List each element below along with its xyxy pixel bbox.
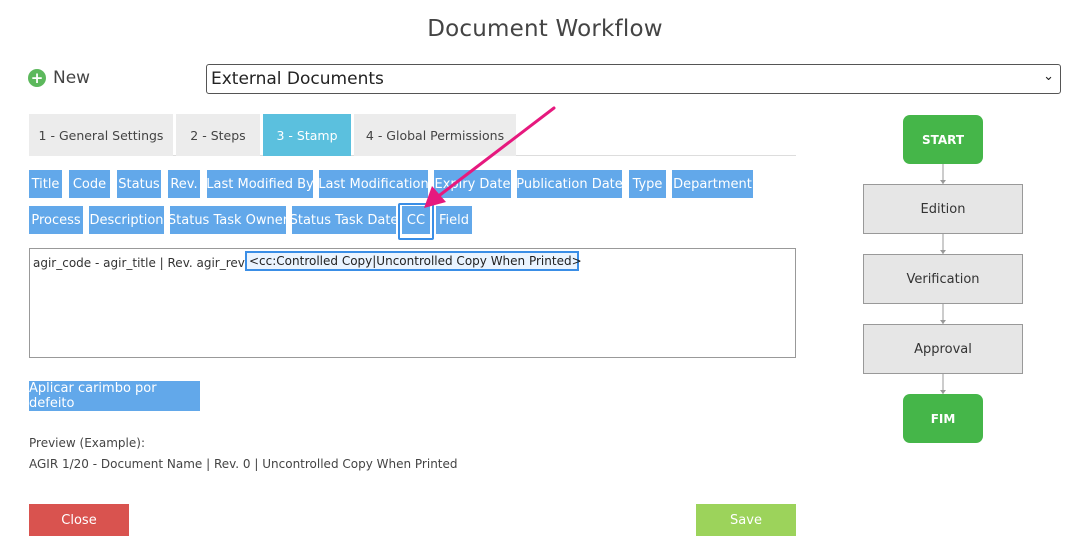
preview-value: AGIR 1/20 - Document Name | Rev. 0 | Unc… [29, 457, 458, 471]
stamp-cc-tag-highlight: <cc:Controlled Copy|Uncontrolled Copy Wh… [245, 251, 582, 271]
field-button-rev[interactable]: Rev. [168, 170, 200, 198]
field-button-type[interactable]: Type [629, 170, 666, 198]
close-button[interactable]: Close [29, 504, 129, 536]
field-button-status-task-date[interactable]: Status Task Date [290, 206, 398, 234]
chevron-down-icon: ⌄ [1043, 69, 1054, 84]
save-button[interactable]: Save [696, 504, 796, 536]
annotation-arrow-icon [424, 106, 556, 208]
workflow-step-approval[interactable]: Approval [863, 324, 1023, 374]
field-button-status[interactable]: Status [117, 170, 161, 198]
field-button-code[interactable]: Code [69, 170, 110, 198]
tab-steps[interactable]: 2 - Steps [176, 114, 260, 156]
preview-label: Preview (Example): [29, 436, 145, 450]
workflow-end-node[interactable]: FIM [903, 394, 983, 443]
field-button-department[interactable]: Department [672, 170, 753, 198]
tab-label: 3 - Stamp [276, 127, 338, 143]
document-type-select[interactable]: External Documents ⌄ [206, 64, 1061, 94]
tab-label: 1 - General Settings [38, 127, 164, 143]
page-title: Document Workflow [427, 16, 663, 42]
document-type-select-value: External Documents [211, 69, 384, 89]
workflow-step-verification[interactable]: Verification [863, 254, 1023, 304]
stamp-template-text: agir_code - agir_title | Rev. agir_rev | [33, 256, 253, 270]
field-button-last-modified-by[interactable]: Last Modified By [206, 170, 314, 198]
new-button-label: New [53, 68, 91, 88]
field-button-status-task-owner[interactable]: Status Task Owner [168, 206, 288, 234]
apply-default-stamp-button[interactable]: Aplicar carimbo por defeito [29, 381, 200, 411]
tab-general-settings[interactable]: 1 - General Settings [29, 114, 173, 156]
workflow-step-edition[interactable]: Edition [863, 184, 1023, 234]
workflow-start-node[interactable]: START [903, 115, 983, 164]
field-button-title[interactable]: Title [29, 170, 62, 198]
tab-label: 2 - Steps [190, 127, 246, 143]
field-button-description[interactable]: Description [89, 206, 164, 234]
plus-circle-icon: + [28, 69, 46, 87]
field-button-process[interactable]: Process [29, 206, 83, 234]
tab-stamp[interactable]: 3 - Stamp [263, 114, 351, 156]
new-button[interactable]: + New [28, 66, 90, 90]
